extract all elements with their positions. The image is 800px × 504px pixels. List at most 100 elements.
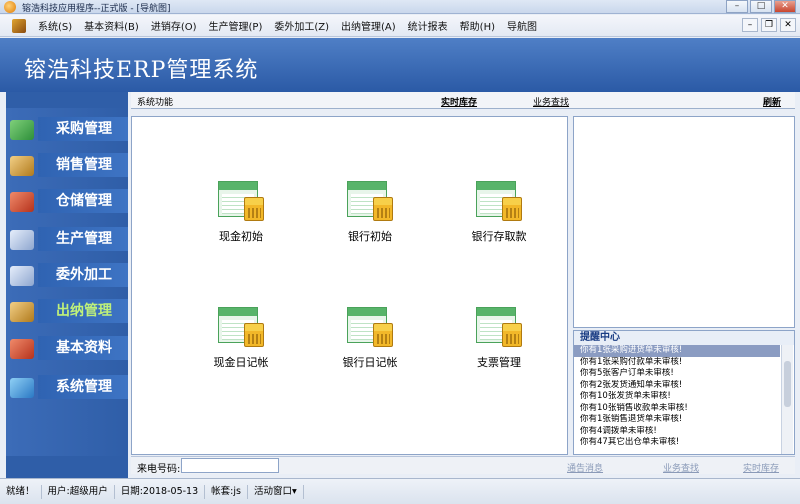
- sidebar-item-label: 销售管理: [38, 153, 128, 177]
- function-bank-journal[interactable]: 银行日记帐: [325, 307, 415, 377]
- function-bank-init[interactable]: 银行初始: [325, 181, 415, 251]
- function-label: 现金初始: [219, 230, 263, 243]
- status-date: 日期:2018-05-13: [115, 484, 206, 499]
- sidebar-item-label: 基本资料: [38, 336, 128, 360]
- menu-basic-data[interactable]: 基本资料(B): [78, 18, 145, 33]
- ledger-calculator-icon: [347, 307, 393, 347]
- warehouse-icon: [10, 192, 34, 212]
- reminder-item[interactable]: 你有10张销售收款单未审核!: [574, 403, 780, 415]
- maximize-button[interactable]: □: [750, 0, 772, 13]
- sidebar-bottom: [6, 456, 128, 478]
- reminder-item[interactable]: 你有1张销售退货单未审核!: [574, 414, 780, 426]
- mdi-minimize-button[interactable]: –: [742, 18, 758, 32]
- sidebar-item-outsource[interactable]: 委外加工: [6, 260, 128, 290]
- sidebar-item-system[interactable]: 系统管理: [6, 372, 128, 402]
- title-bar: 镕浩科技应用程序--正式版 - [导航图] – □ ✕: [0, 0, 800, 14]
- sidebar-item-cashier[interactable]: 出纳管理: [6, 296, 128, 326]
- window-title: 镕浩科技应用程序--正式版 - [导航图]: [22, 4, 171, 14]
- sidebar-item-purchase[interactable]: 采购管理: [6, 114, 128, 144]
- menu-outsource[interactable]: 委外加工(Z): [268, 18, 335, 33]
- ledger-calculator-icon: [347, 181, 393, 221]
- ledger-calculator-icon: [476, 307, 522, 347]
- minimize-button[interactable]: –: [726, 0, 748, 13]
- reminder-item[interactable]: 你有1张采购付款单未审核!: [574, 357, 780, 369]
- caller-id-input[interactable]: [181, 458, 279, 473]
- sidebar: 采购管理 销售管理 仓储管理 生产管理 委外加工 出纳管理 基本资料 系统管理: [6, 108, 128, 456]
- sidebar-item-basic-data[interactable]: 基本资料: [6, 333, 128, 363]
- sidebar-item-label: 系统管理: [38, 375, 128, 399]
- function-label: 现金日记帐: [213, 356, 269, 369]
- app-icon: [4, 1, 16, 13]
- sidebar-item-production[interactable]: 生产管理: [6, 224, 128, 254]
- realtime-stock-link[interactable]: 实时库存: [441, 95, 477, 108]
- function-label: 银行存取款: [471, 230, 527, 243]
- reminder-item[interactable]: 你有1张采购进货单未审核!: [574, 345, 780, 357]
- menu-production[interactable]: 生产管理(P): [203, 18, 269, 33]
- reminder-item[interactable]: 你有47其它出仓单未审核!: [574, 437, 780, 449]
- right-info-panel: [573, 116, 795, 328]
- menu-help[interactable]: 帮助(H): [454, 18, 501, 33]
- sidebar-item-label: 出纳管理: [38, 299, 128, 323]
- mdi-close-button[interactable]: ✕: [780, 18, 796, 32]
- notice-link[interactable]: 通告消息: [567, 461, 603, 474]
- menu-bar: 系统(S) 基本资料(B) 进销存(O) 生产管理(P) 委外加工(Z) 出纳管…: [0, 15, 800, 37]
- sidebar-item-label: 委外加工: [38, 263, 128, 287]
- status-ready: 就绪！: [0, 484, 42, 499]
- main-header: 系统功能 实时库存 业务查找 刷新: [131, 92, 795, 109]
- reminder-item[interactable]: 你有2张发货通知单未审核!: [574, 380, 780, 392]
- status-bar: 就绪！ 用户:超级用户 日期:2018-05-13 帐套:js 活动窗口▾: [0, 478, 800, 504]
- window-controls: – □ ✕: [724, 0, 796, 13]
- outsource-icon: [10, 266, 34, 286]
- mdi-restore-button[interactable]: ❐: [761, 18, 777, 32]
- status-user: 用户:超级用户: [42, 484, 115, 499]
- scrollbar-thumb[interactable]: [784, 361, 791, 407]
- reminder-scrollbar[interactable]: [781, 345, 793, 454]
- business-query-link[interactable]: 业务查找: [533, 95, 569, 108]
- business-query-bottom-link[interactable]: 业务查找: [663, 461, 699, 474]
- app-header: 镕浩科技ERP管理系统: [0, 38, 800, 92]
- sales-icon: [10, 156, 34, 176]
- reminder-item[interactable]: 你有5张客户订单未审核!: [574, 368, 780, 380]
- sidebar-item-warehouse[interactable]: 仓储管理: [6, 186, 128, 216]
- menu-cashier[interactable]: 出纳管理(A): [335, 18, 402, 33]
- function-label: 支票管理: [477, 356, 521, 369]
- reminder-item[interactable]: 你有10张发货单未审核!: [574, 391, 780, 403]
- function-label: 银行日记帐: [342, 356, 398, 369]
- section-title: 系统功能: [137, 98, 174, 108]
- reminder-title: 提醒中心: [574, 331, 794, 345]
- function-check-management[interactable]: 支票管理: [454, 307, 544, 377]
- menu-system[interactable]: 系统(S): [32, 18, 78, 33]
- menu-reports[interactable]: 统计报表: [402, 18, 454, 33]
- function-cash-journal[interactable]: 现金日记帐: [196, 307, 286, 377]
- cashier-icon: [10, 302, 34, 322]
- purchase-icon: [10, 120, 34, 140]
- production-icon: [10, 230, 34, 250]
- sidebar-item-label: 仓储管理: [38, 189, 128, 213]
- menu-inventory[interactable]: 进销存(O): [145, 18, 203, 33]
- ledger-calculator-icon: [218, 181, 264, 221]
- sidebar-item-label: 采购管理: [38, 117, 128, 141]
- system-title: 镕浩科技ERP管理系统: [24, 58, 259, 83]
- menu-app-icon[interactable]: [12, 18, 26, 33]
- refresh-link[interactable]: 刷新: [763, 95, 781, 108]
- basic-data-icon: [10, 339, 34, 359]
- caller-id-label: 来电号码:: [137, 464, 181, 475]
- reminder-center: 提醒中心 你有1张采购进货单未审核! 你有1张采购付款单未审核! 你有5张客户订…: [573, 330, 795, 455]
- ledger-calculator-icon: [218, 307, 264, 347]
- sidebar-item-label: 生产管理: [38, 227, 128, 251]
- realtime-stock-bottom-link[interactable]: 实时库存: [743, 461, 779, 474]
- menu-navigation[interactable]: 导航图: [501, 18, 543, 33]
- function-bank-deposit[interactable]: 银行存取款: [454, 181, 544, 251]
- close-button[interactable]: ✕: [774, 0, 796, 13]
- status-account: 帐套:js: [205, 484, 248, 499]
- function-label: 银行初始: [348, 230, 392, 243]
- function-panel: 现金初始 银行初始 银行存取款 现金日记帐 银行日记帐 支票管理: [131, 116, 568, 455]
- sidebar-top-strip: [6, 92, 128, 108]
- sidebar-item-sales[interactable]: 销售管理: [6, 150, 128, 180]
- ledger-calculator-icon: [476, 181, 522, 221]
- mdi-controls: – ❐ ✕: [739, 18, 796, 32]
- active-window-dropdown[interactable]: 活动窗口▾: [248, 484, 304, 499]
- bottom-bar: 来电号码: 通告消息 业务查找 实时库存: [131, 456, 795, 475]
- function-cash-init[interactable]: 现金初始: [196, 181, 286, 251]
- reminder-item[interactable]: 你有4调拨单未审核!: [574, 426, 780, 438]
